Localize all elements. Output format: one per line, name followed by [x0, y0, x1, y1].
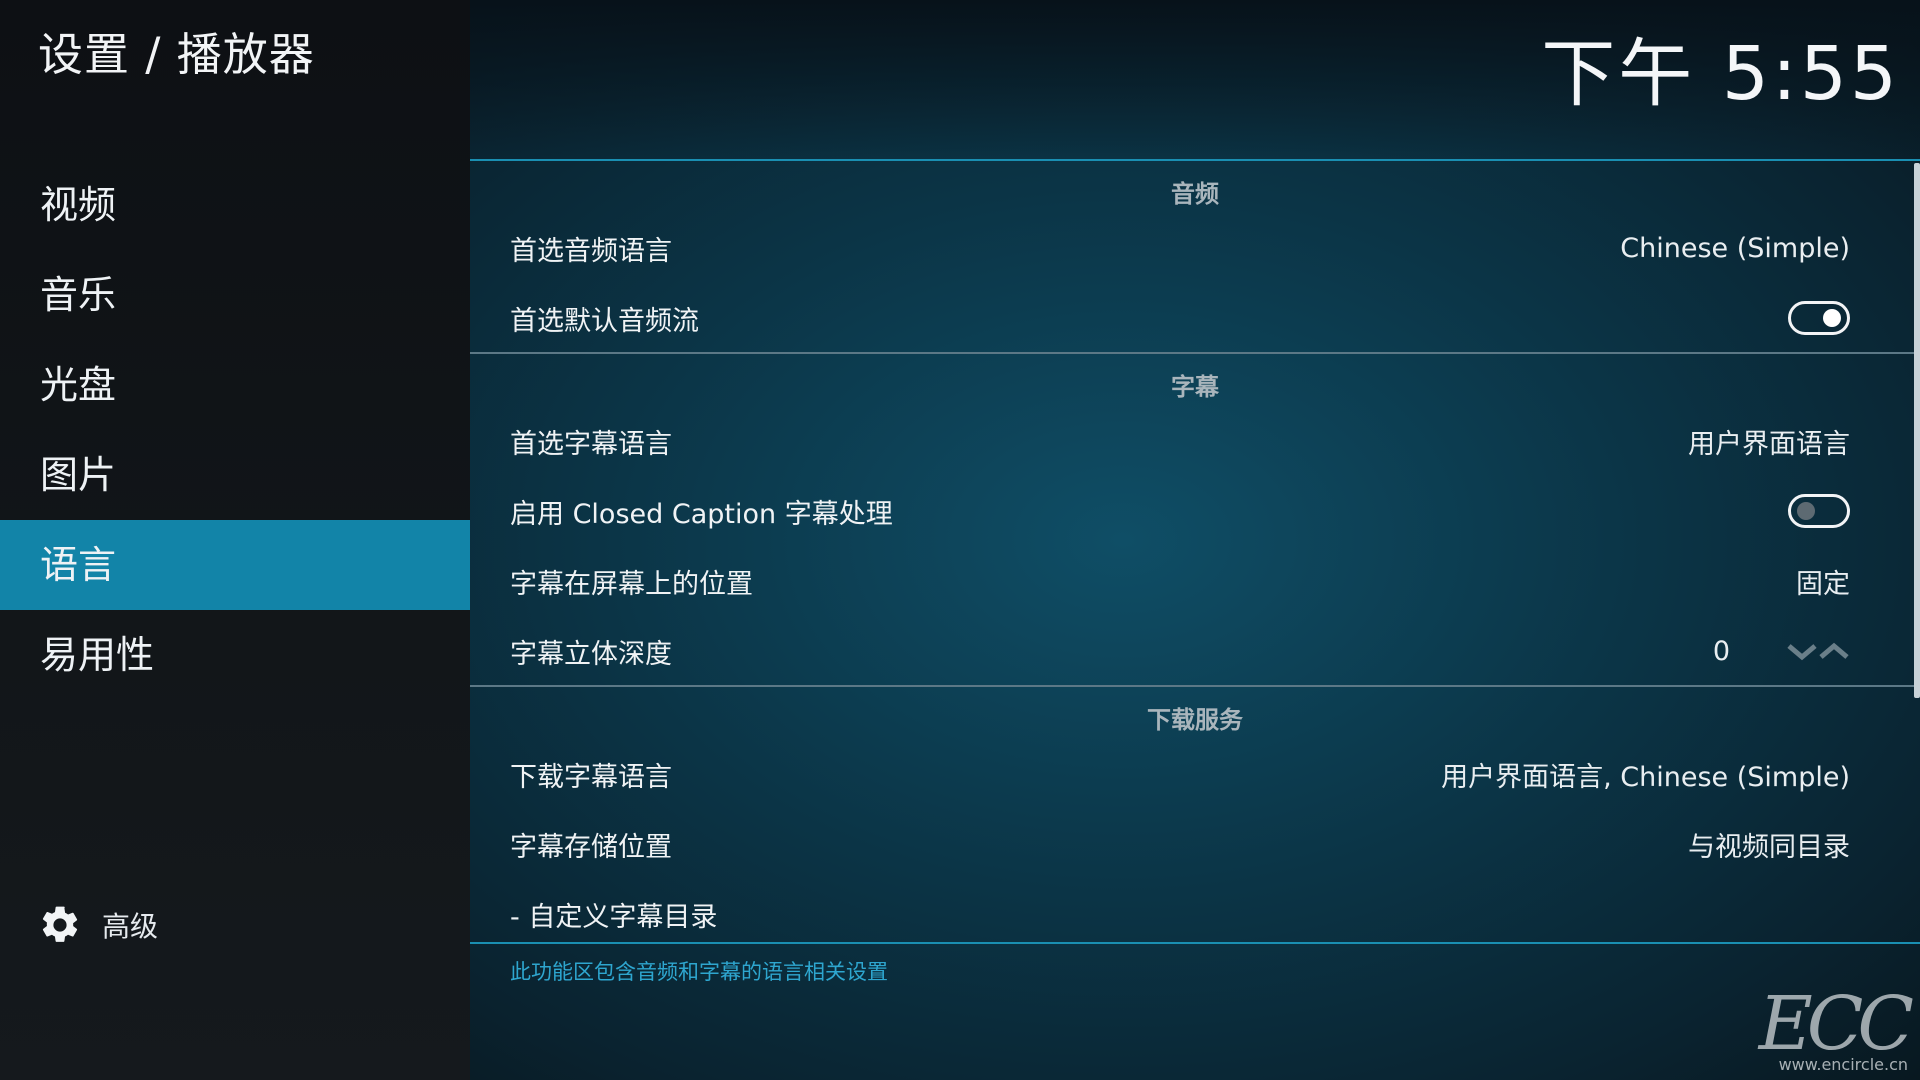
setting-preferred-subtitle-language[interactable]: 首选字幕语言 用户界面语言: [510, 406, 1850, 476]
watermark: ECC www.encircle.cn: [1758, 981, 1914, 1074]
sidebar-item-video[interactable]: 视频: [0, 160, 470, 250]
setting-value: 用户界面语言, Chinese (Simple): [1441, 761, 1850, 793]
setting-label: 首选默认音频流: [510, 305, 699, 337]
advanced-label: 高级: [102, 910, 159, 943]
spinner-control: 0: [1713, 636, 1850, 667]
setting-label: 下载字幕语言: [510, 761, 672, 793]
setting-subtitle-position[interactable]: 字幕在屏幕上的位置 固定: [510, 546, 1850, 616]
setting-value: Chinese (Simple): [1620, 232, 1850, 264]
sidebar-item-pictures[interactable]: 图片: [0, 430, 470, 520]
setting-custom-subtitle-folder[interactable]: - 自定义字幕目录: [510, 879, 1850, 949]
setting-subtitle-storage-location[interactable]: 字幕存储位置 与视频同目录: [510, 809, 1850, 879]
toggle-knob: [1797, 502, 1815, 520]
setting-subtitle-stereo-depth[interactable]: 字幕立体深度 0: [510, 616, 1850, 686]
chevron-down-icon[interactable]: [1786, 641, 1818, 661]
setting-label: 字幕立体深度: [510, 638, 672, 670]
sidebar-item-accessibility[interactable]: 易用性: [0, 610, 470, 700]
setting-label: 字幕存储位置: [510, 831, 672, 863]
setting-label: 启用 Closed Caption 字幕处理: [510, 498, 893, 530]
setting-download-subtitle-language[interactable]: 下载字幕语言 用户界面语言, Chinese (Simple): [510, 739, 1850, 809]
section-header-subtitles: 字幕: [1171, 373, 1219, 401]
watermark-url: www.encircle.cn: [1778, 1055, 1908, 1074]
clock: 下午 5:55: [1541, 31, 1900, 117]
section-header-download: 下载服务: [1147, 706, 1243, 734]
section-header-audio: 音频: [1171, 180, 1219, 208]
scrollbar[interactable]: [1914, 163, 1920, 698]
top-divider: [470, 159, 1920, 161]
watermark-logo: ECC: [1758, 981, 1914, 1067]
setting-value: 与视频同目录: [1688, 831, 1850, 863]
section-description: 此功能区包含音频和字幕的语言相关设置: [510, 960, 888, 984]
spinner-value: 0: [1712, 635, 1730, 667]
gear-icon: [42, 906, 78, 942]
toggle-switch-off[interactable]: [1788, 494, 1850, 528]
setting-label: 首选音频语言: [510, 235, 672, 267]
sidebar-item-disc[interactable]: 光盘: [0, 340, 470, 430]
setting-label: 字幕在屏幕上的位置: [510, 568, 753, 600]
toggle-knob: [1823, 309, 1841, 327]
sidebar: 设置 / 播放器 视频 音乐 光盘 图片 语言 易用性 高级: [0, 0, 470, 1080]
setting-label: - 自定义字幕目录: [510, 901, 718, 933]
section-divider: [470, 352, 1920, 354]
setting-prefer-default-audio-stream[interactable]: 首选默认音频流: [510, 283, 1850, 353]
settings-panel: 下午 5:55 音频 首选音频语言 Chinese (Simple) 首选默认音…: [470, 0, 1920, 1080]
toggle-switch-on[interactable]: [1788, 301, 1850, 335]
setting-value: 固定: [1796, 568, 1850, 600]
chevron-up-icon[interactable]: [1818, 641, 1850, 661]
bottom-divider: [470, 942, 1920, 944]
sidebar-item-language[interactable]: 语言: [0, 520, 470, 610]
setting-preferred-audio-language[interactable]: 首选音频语言 Chinese (Simple): [510, 213, 1850, 283]
section-divider: [470, 685, 1920, 687]
advanced-settings-button[interactable]: 高级: [38, 900, 158, 950]
sidebar-item-music[interactable]: 音乐: [0, 250, 470, 340]
setting-closed-caption[interactable]: 启用 Closed Caption 字幕处理: [510, 476, 1850, 546]
setting-label: 首选字幕语言: [510, 428, 672, 460]
setting-value: 用户界面语言: [1688, 428, 1850, 460]
page-title: 设置 / 播放器: [38, 28, 315, 81]
